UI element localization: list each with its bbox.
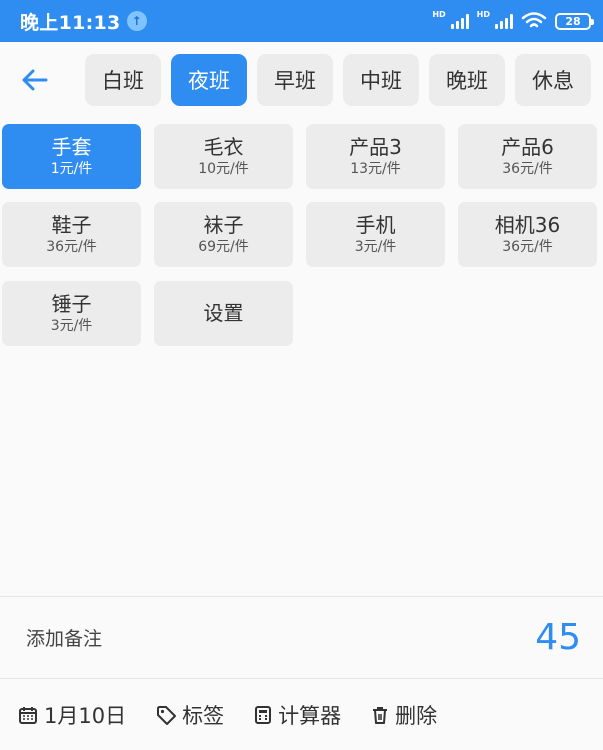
item-name: 产品6 bbox=[501, 135, 554, 159]
calculator-button[interactable]: 计算器 bbox=[254, 700, 341, 730]
item-price: 13元/件 bbox=[350, 161, 401, 177]
tab-day-shift[interactable]: 白班 bbox=[85, 54, 161, 106]
battery-level: 28 bbox=[565, 14, 581, 28]
item-price: 36元/件 bbox=[46, 239, 97, 255]
item-price: 36元/件 bbox=[502, 239, 553, 255]
settings-tile[interactable]: 设置 bbox=[154, 281, 293, 346]
settings-label: 设置 bbox=[203, 301, 244, 325]
calculator-icon bbox=[255, 705, 272, 724]
item-name: 相机36 bbox=[494, 213, 561, 237]
signal-icon bbox=[450, 13, 469, 29]
item-name: 毛衣 bbox=[203, 135, 244, 159]
status-icons: HD HD 28 bbox=[432, 9, 594, 30]
status-time: 晚上11:13 bbox=[20, 11, 121, 34]
note-bar: 添加备注 45 bbox=[0, 596, 603, 678]
item-price: 69元/件 bbox=[198, 239, 249, 255]
tag-label: 标签 bbox=[182, 703, 225, 728]
item-name: 产品3 bbox=[349, 135, 402, 159]
wifi-icon bbox=[521, 12, 547, 28]
tag-icon bbox=[157, 705, 177, 725]
delete-button[interactable]: 删除 bbox=[371, 700, 437, 730]
date-button[interactable]: 1月10日 bbox=[18, 700, 126, 730]
item-price: 10元/件 bbox=[198, 161, 249, 177]
status-bar: 晚上11:13 ↑ HD HD 28 bbox=[0, 0, 603, 42]
shift-toolbar: 白班 夜班 早班 中班 晚班 休息 bbox=[0, 42, 603, 118]
calculator-label: 计算器 bbox=[278, 703, 342, 728]
item-tile[interactable]: 袜子 69元/件 bbox=[154, 202, 293, 267]
item-tile[interactable]: 毛衣 10元/件 bbox=[154, 124, 293, 189]
item-tile[interactable]: 相机36 36元/件 bbox=[458, 202, 597, 267]
item-tile[interactable]: 手机 3元/件 bbox=[306, 202, 445, 267]
item-tile[interactable]: 产品6 36元/件 bbox=[458, 124, 597, 189]
tab-evening-shift[interactable]: 晚班 bbox=[429, 54, 505, 106]
back-arrow-icon bbox=[22, 69, 48, 91]
signal-icon bbox=[495, 13, 513, 29]
add-note-button[interactable]: 添加备注 bbox=[26, 624, 102, 651]
tab-early-shift[interactable]: 早班 bbox=[257, 54, 333, 106]
trash-icon bbox=[373, 706, 388, 724]
hd-badge: HD bbox=[476, 9, 490, 19]
item-price: 3元/件 bbox=[50, 318, 93, 334]
back-button[interactable] bbox=[14, 62, 54, 98]
item-name: 鞋子 bbox=[51, 213, 92, 237]
item-name: 袜子 bbox=[203, 213, 244, 237]
tag-button[interactable]: 标签 bbox=[156, 700, 224, 730]
calendar-icon bbox=[19, 706, 37, 724]
upload-icon: ↑ bbox=[126, 11, 147, 31]
item-tile[interactable]: 手套 1元/件 bbox=[2, 124, 141, 189]
tab-night-shift[interactable]: 夜班 bbox=[171, 54, 247, 106]
tab-rest[interactable]: 休息 bbox=[515, 54, 591, 106]
battery-icon: 28 bbox=[555, 12, 594, 30]
date-label: 1月10日 bbox=[44, 703, 127, 728]
item-price: 3元/件 bbox=[354, 239, 397, 255]
item-name: 手机 bbox=[355, 213, 396, 237]
item-tile[interactable]: 锤子 3元/件 bbox=[2, 281, 141, 346]
total-value: 45 bbox=[535, 617, 581, 658]
hd-badge: HD bbox=[432, 9, 446, 19]
delete-label: 删除 bbox=[395, 703, 438, 728]
item-price: 1元/件 bbox=[50, 161, 93, 177]
item-name: 锤子 bbox=[51, 292, 92, 316]
bottom-toolbar: 1月10日 标签 计算器 删除 bbox=[0, 678, 603, 750]
item-name: 手套 bbox=[51, 135, 92, 159]
item-price: 36元/件 bbox=[502, 161, 553, 177]
item-tile[interactable]: 产品3 13元/件 bbox=[306, 124, 445, 189]
tab-middle-shift[interactable]: 中班 bbox=[343, 54, 419, 106]
item-tile[interactable]: 鞋子 36元/件 bbox=[2, 202, 141, 267]
